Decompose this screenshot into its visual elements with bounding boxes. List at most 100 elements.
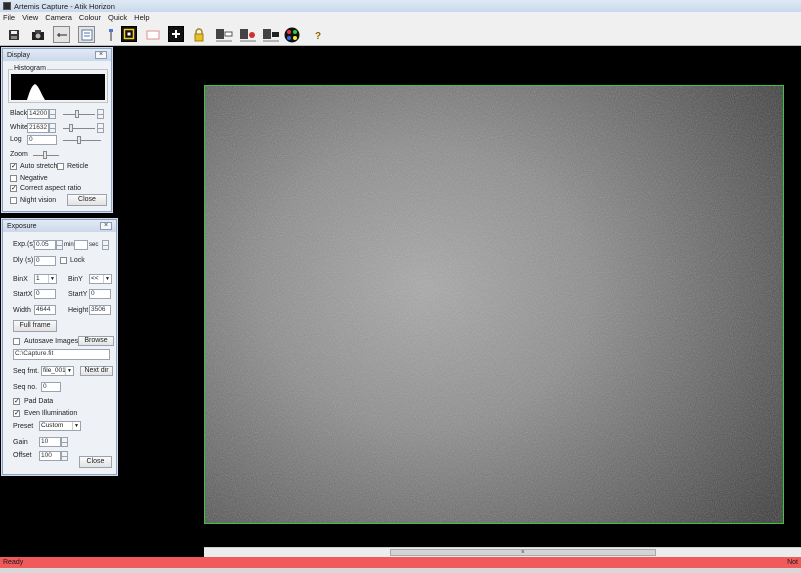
negative-checkbox[interactable] xyxy=(10,175,17,182)
lock-label: Lock xyxy=(70,257,85,264)
preset-label: Preset xyxy=(13,423,34,430)
exposure-minutes-field[interactable] xyxy=(74,240,88,250)
offset-field[interactable]: 100 xyxy=(39,451,61,461)
exposure-unit-spinner[interactable] xyxy=(102,240,109,250)
black-slider-thumb[interactable] xyxy=(75,110,79,118)
preset-value: Custom xyxy=(41,422,64,429)
lock-checkbox[interactable] xyxy=(60,257,67,264)
seq-fmt-select[interactable]: file_001 ▼ xyxy=(41,366,74,376)
binx-value: 1 xyxy=(36,275,40,282)
exposure-seconds-spinner[interactable] xyxy=(56,240,63,250)
menu-file[interactable]: File xyxy=(3,13,15,22)
svg-text:?: ? xyxy=(315,31,321,41)
crosshair-icon[interactable] xyxy=(53,26,70,43)
log-slider[interactable] xyxy=(63,136,101,144)
white-value-field[interactable]: 21632 xyxy=(27,123,49,133)
night-vision-checkbox[interactable] xyxy=(10,197,17,204)
white-fine-spinner[interactable] xyxy=(97,123,104,133)
exposure-panel: Exposure × Exp.(s) 0.05 min sec Dly (s) … xyxy=(2,219,117,475)
offset-spinner[interactable] xyxy=(61,451,68,461)
lock-icon[interactable] xyxy=(190,26,207,43)
menu-colour[interactable]: Colour xyxy=(79,13,101,22)
camera-icon[interactable] xyxy=(29,26,46,43)
artemis-capture-window: Artemis Capture - Atik Horizon File View… xyxy=(0,0,801,573)
starty-field[interactable]: 0 xyxy=(89,289,111,299)
black-value-field[interactable]: 14200 xyxy=(27,109,49,119)
menu-bar: File View Camera Colour Quick Help xyxy=(0,12,801,23)
add-icon[interactable] xyxy=(168,26,184,42)
delay-field[interactable]: 0 xyxy=(34,256,56,266)
white-slider-thumb[interactable] xyxy=(69,124,73,132)
chevron-down-icon: ▼ xyxy=(48,275,56,283)
biny-label: BinY xyxy=(68,276,83,283)
exposure-seconds-field[interactable]: 0.05 xyxy=(34,240,56,250)
log-slider-thumb[interactable] xyxy=(77,136,81,144)
scrollbar-thumb[interactable]: ≡ xyxy=(390,549,656,556)
pad-data-checkbox[interactable]: ✓ xyxy=(13,398,20,405)
focus-frame-icon[interactable] xyxy=(121,26,137,42)
exposure-close-button[interactable]: Close xyxy=(79,456,112,468)
correct-aspect-checkbox[interactable]: ✓ xyxy=(10,185,17,192)
exp-min-label: min xyxy=(64,242,74,248)
zoom-slider-thumb[interactable] xyxy=(43,151,47,159)
menu-view[interactable]: View xyxy=(22,13,38,22)
browse-button[interactable]: Browse xyxy=(78,336,114,346)
menu-camera[interactable]: Camera xyxy=(45,13,72,22)
capture-single-icon[interactable] xyxy=(214,26,234,43)
full-frame-button[interactable]: Full frame xyxy=(13,320,57,332)
exposure-icon[interactable] xyxy=(102,26,119,43)
next-dir-button[interactable]: Next dir xyxy=(80,366,113,376)
negative-label: Negative xyxy=(20,175,48,182)
black-slider[interactable] xyxy=(63,110,95,118)
horizontal-scrollbar[interactable]: ≡ xyxy=(204,547,801,557)
display-close-icon[interactable]: × xyxy=(95,51,107,59)
histogram-icon[interactable] xyxy=(78,26,95,43)
menu-help[interactable]: Help xyxy=(134,13,149,22)
app-icon xyxy=(3,2,11,10)
exp-label: Exp.(s) xyxy=(13,241,36,248)
seq-fmt-value: file_001 xyxy=(43,367,66,374)
startx-field[interactable]: 0 xyxy=(34,289,56,299)
capture-sequence-icon[interactable] xyxy=(238,26,258,43)
auto-stretch-checkbox[interactable]: ✓ xyxy=(10,163,17,170)
reticle-checkbox[interactable] xyxy=(57,163,64,170)
startx-label: StartX xyxy=(13,291,33,298)
chevron-down-icon: ▼ xyxy=(65,367,73,375)
autosave-checkbox[interactable] xyxy=(13,338,20,345)
display-panel: Display × Histogram Black 14200 White 21… xyxy=(2,48,112,212)
exposure-panel-title: Exposure xyxy=(7,222,37,230)
white-label: White xyxy=(10,124,28,131)
seq-no-field[interactable]: 0 xyxy=(41,382,61,392)
seq-no-label: Seq no. xyxy=(13,384,38,391)
preset-select[interactable]: Custom ▼ xyxy=(39,421,81,431)
exposure-panel-titlebar: Exposure × xyxy=(3,220,116,232)
binx-label: BinX xyxy=(13,276,28,283)
gain-field[interactable]: 10 xyxy=(39,437,61,447)
white-spinner[interactable] xyxy=(49,123,56,133)
exposure-close-icon[interactable]: × xyxy=(100,222,112,230)
auto-stretch-label: Auto stretch xyxy=(20,163,58,170)
log-label: Log xyxy=(10,136,22,143)
save-icon[interactable] xyxy=(5,26,22,43)
even-illumination-checkbox[interactable]: ✓ xyxy=(13,410,20,417)
capture-dark-icon[interactable] xyxy=(261,26,281,43)
menu-quick[interactable]: Quick xyxy=(108,13,127,22)
autosave-label: Autosave Images xyxy=(24,338,79,345)
zoom-slider[interactable] xyxy=(33,151,59,159)
subframe-icon[interactable] xyxy=(144,26,161,43)
colour-wheel-icon[interactable] xyxy=(283,26,300,43)
black-fine-spinner[interactable] xyxy=(97,109,104,119)
captured-image-frame[interactable] xyxy=(204,85,784,524)
binx-select[interactable]: 1 ▼ xyxy=(34,274,57,284)
black-spinner[interactable] xyxy=(49,109,56,119)
white-slider[interactable] xyxy=(63,124,95,132)
help-icon[interactable]: ? xyxy=(309,26,326,43)
biny-select[interactable]: << ▼ xyxy=(89,274,112,284)
save-path-field[interactable]: C:\Capture.fit xyxy=(13,349,110,360)
width-field[interactable]: 4644 xyxy=(34,305,56,315)
log-value-field[interactable]: 0 xyxy=(27,135,57,145)
gain-spinner[interactable] xyxy=(61,437,68,447)
height-field[interactable]: 3506 xyxy=(89,305,111,315)
display-close-button[interactable]: Close xyxy=(67,194,107,206)
zoom-label: Zoom xyxy=(10,151,28,158)
